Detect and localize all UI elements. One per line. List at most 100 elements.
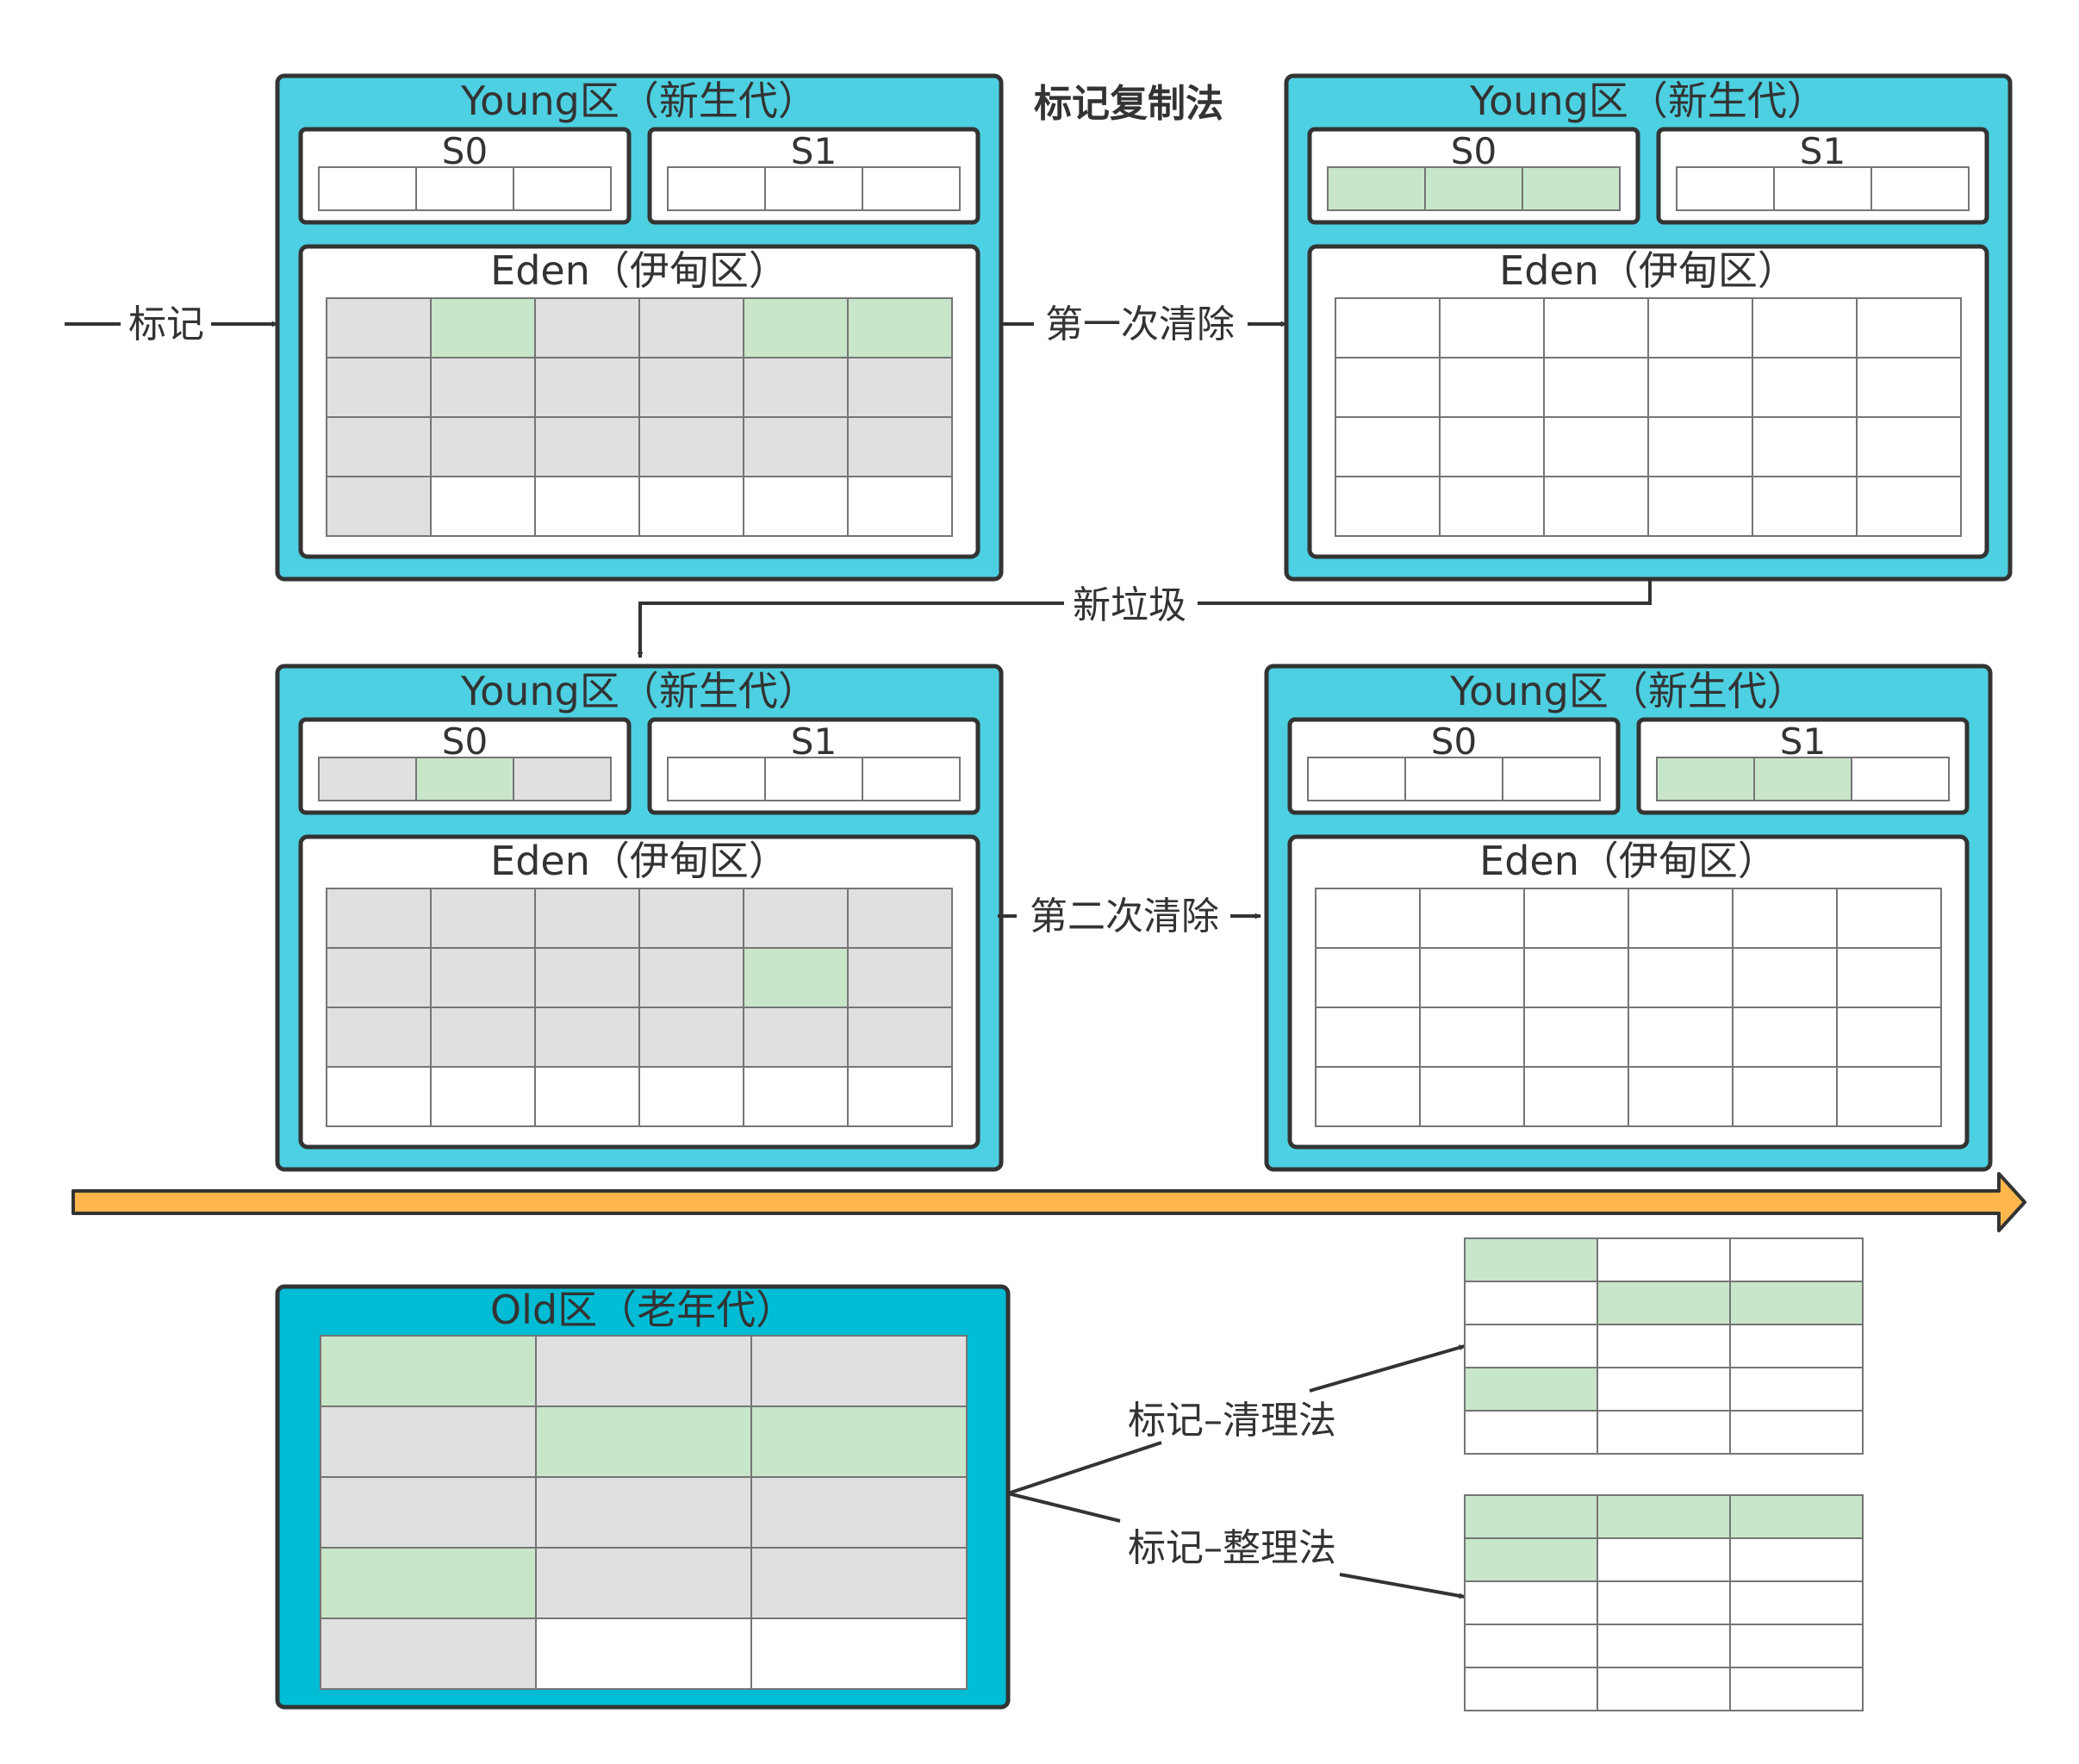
eden-cell-free: [1732, 1007, 1838, 1068]
young-panel-after-second-clean: Young区（新生代） S0 S1 Eden（伊甸区）: [1264, 664, 1993, 1172]
mark-sweep-result-grid: [1464, 1237, 1864, 1455]
mark-compact-label: 标记–整理法: [1128, 1526, 1336, 1570]
eden-cell-free: [430, 1066, 536, 1127]
eden-cell-free: [1856, 297, 1962, 358]
s0-cell-live: [1424, 166, 1523, 211]
eden-cell-garbage: [743, 888, 849, 949]
eden-cell-free: [1315, 1066, 1421, 1127]
s1-cell-free: [764, 757, 863, 801]
eden-cell-free: [1647, 476, 1753, 537]
s0-cell-garbage: [318, 757, 417, 801]
result-cell-free: [1597, 1410, 1731, 1455]
eden-cell-garbage: [638, 888, 744, 949]
young-panel-title: Young区（新生代）: [1469, 78, 1827, 124]
mark-arrow: 标记: [65, 302, 278, 346]
eden-cell-garbage: [534, 888, 640, 949]
s1-label: S1: [1780, 720, 1826, 763]
s1-cell-free: [667, 757, 766, 801]
old-cell-garbage: [750, 1547, 968, 1619]
eden-cell-garbage: [847, 1007, 953, 1068]
eden-cell-free: [1628, 947, 1734, 1008]
eden-cell-garbage: [638, 947, 744, 1008]
eden-cell-garbage: [847, 357, 953, 418]
eden-cell-free: [1752, 357, 1858, 418]
eden-cell-free: [1752, 476, 1858, 537]
s1-cell-free: [1676, 166, 1775, 211]
s0-cell-live: [415, 757, 514, 801]
gc-diagram: 标记复制法 Young区（新生代） S0 S1 Eden（伊甸区） Young区（新生…: [65, 73, 2026, 1711]
eden-cell-free: [1543, 357, 1649, 418]
eden-cell-free: [1856, 416, 1962, 477]
eden-cell-free: [1439, 357, 1545, 418]
young-panel-title: Young区（新生代）: [460, 78, 818, 124]
result-cell-free: [1729, 1580, 1864, 1625]
eden-cell-free: [534, 476, 640, 537]
eden-cell-garbage: [326, 297, 432, 358]
result-cell-live: [1597, 1494, 1731, 1539]
young-panel-title: Young区（新生代）: [1449, 668, 1807, 714]
eden-cell-free: [1836, 947, 1942, 1008]
eden-cell-free: [534, 1066, 640, 1127]
s0-cell-free: [318, 166, 417, 211]
old-cell-garbage: [320, 1618, 537, 1690]
eden-cell-free: [430, 476, 536, 537]
eden-cell-garbage: [430, 1007, 536, 1068]
eden-cell-garbage: [743, 1007, 849, 1068]
eden-cell-free: [1543, 476, 1649, 537]
result-cell-free: [1597, 1324, 1731, 1368]
old-cell-live: [320, 1547, 537, 1619]
eden-cell-garbage: [534, 357, 640, 418]
result-cell-free: [1729, 1367, 1864, 1412]
s0-cell-free: [1404, 757, 1503, 801]
eden-cell-free: [1335, 357, 1441, 418]
s1-cell-free: [1870, 166, 1970, 211]
young-panel-after-first-clean: Young区（新生代） S0 S1 Eden（伊甸区）: [1284, 73, 2013, 582]
result-cell-free: [1729, 1667, 1864, 1711]
result-cell-free: [1729, 1324, 1864, 1368]
s0-cell-live: [1522, 166, 1621, 211]
s1-label: S1: [791, 130, 837, 172]
eden-cell-garbage: [847, 947, 953, 1008]
eden-cell-garbage: [534, 416, 640, 477]
eden-cell-free: [1439, 476, 1545, 537]
s0-cell-live: [1327, 166, 1426, 211]
eden-cell-free: [1335, 297, 1441, 358]
eden-cell-free: [1628, 888, 1734, 949]
second-clean-arrow: 第二次清除: [998, 894, 1261, 938]
eden-cell-garbage: [743, 357, 849, 418]
eden-cell-free: [1836, 1007, 1942, 1068]
eden-cell-free: [847, 1066, 953, 1127]
s0-label: S0: [1451, 130, 1497, 172]
old-cell-live: [320, 1335, 537, 1407]
eden-cell-free: [743, 1066, 849, 1127]
young-panel-initial: Young区（新生代） S0 S1 Eden（伊甸区）: [275, 73, 1004, 582]
result-cell-free: [1597, 1537, 1731, 1582]
eden-cell-garbage: [638, 297, 744, 358]
old-cell-garbage: [750, 1476, 968, 1549]
old-cell-garbage: [535, 1547, 752, 1619]
s0-label: S0: [442, 720, 488, 763]
s1-cell-live: [1656, 757, 1755, 801]
result-cell-free: [1597, 1580, 1731, 1625]
old-panel-title: Old区（老年代）: [490, 1287, 795, 1333]
gc-diagram-page: 标记复制法 Young区（新生代） S0 S1 Eden（伊甸区） Young区（新生…: [0, 0, 2079, 1764]
old-cell-garbage: [320, 1406, 537, 1478]
eden-cell-garbage: [326, 888, 432, 949]
old-cell-free: [750, 1618, 968, 1690]
eden-cell-garbage: [534, 297, 640, 358]
eden-cell-garbage: [430, 357, 536, 418]
result-cell-live: [1729, 1494, 1864, 1539]
mark-sweep-label: 标记–清理法: [1128, 1399, 1336, 1443]
eden-cell-free: [638, 1066, 744, 1127]
eden-cell-free: [1419, 1007, 1525, 1068]
eden-cell-garbage: [534, 1007, 640, 1068]
new-garbage-arrow: 新垃圾: [637, 579, 1652, 658]
old-cell-garbage: [535, 1476, 752, 1549]
mark-compact-result-grid: [1464, 1494, 1864, 1711]
result-cell-live: [1464, 1494, 1598, 1539]
eden-cell-garbage: [326, 416, 432, 477]
result-cell-free: [1597, 1667, 1731, 1711]
eden-label: Eden（伊甸区）: [1499, 247, 1797, 294]
eden-cell-garbage: [847, 416, 953, 477]
result-cell-live: [1464, 1237, 1598, 1282]
